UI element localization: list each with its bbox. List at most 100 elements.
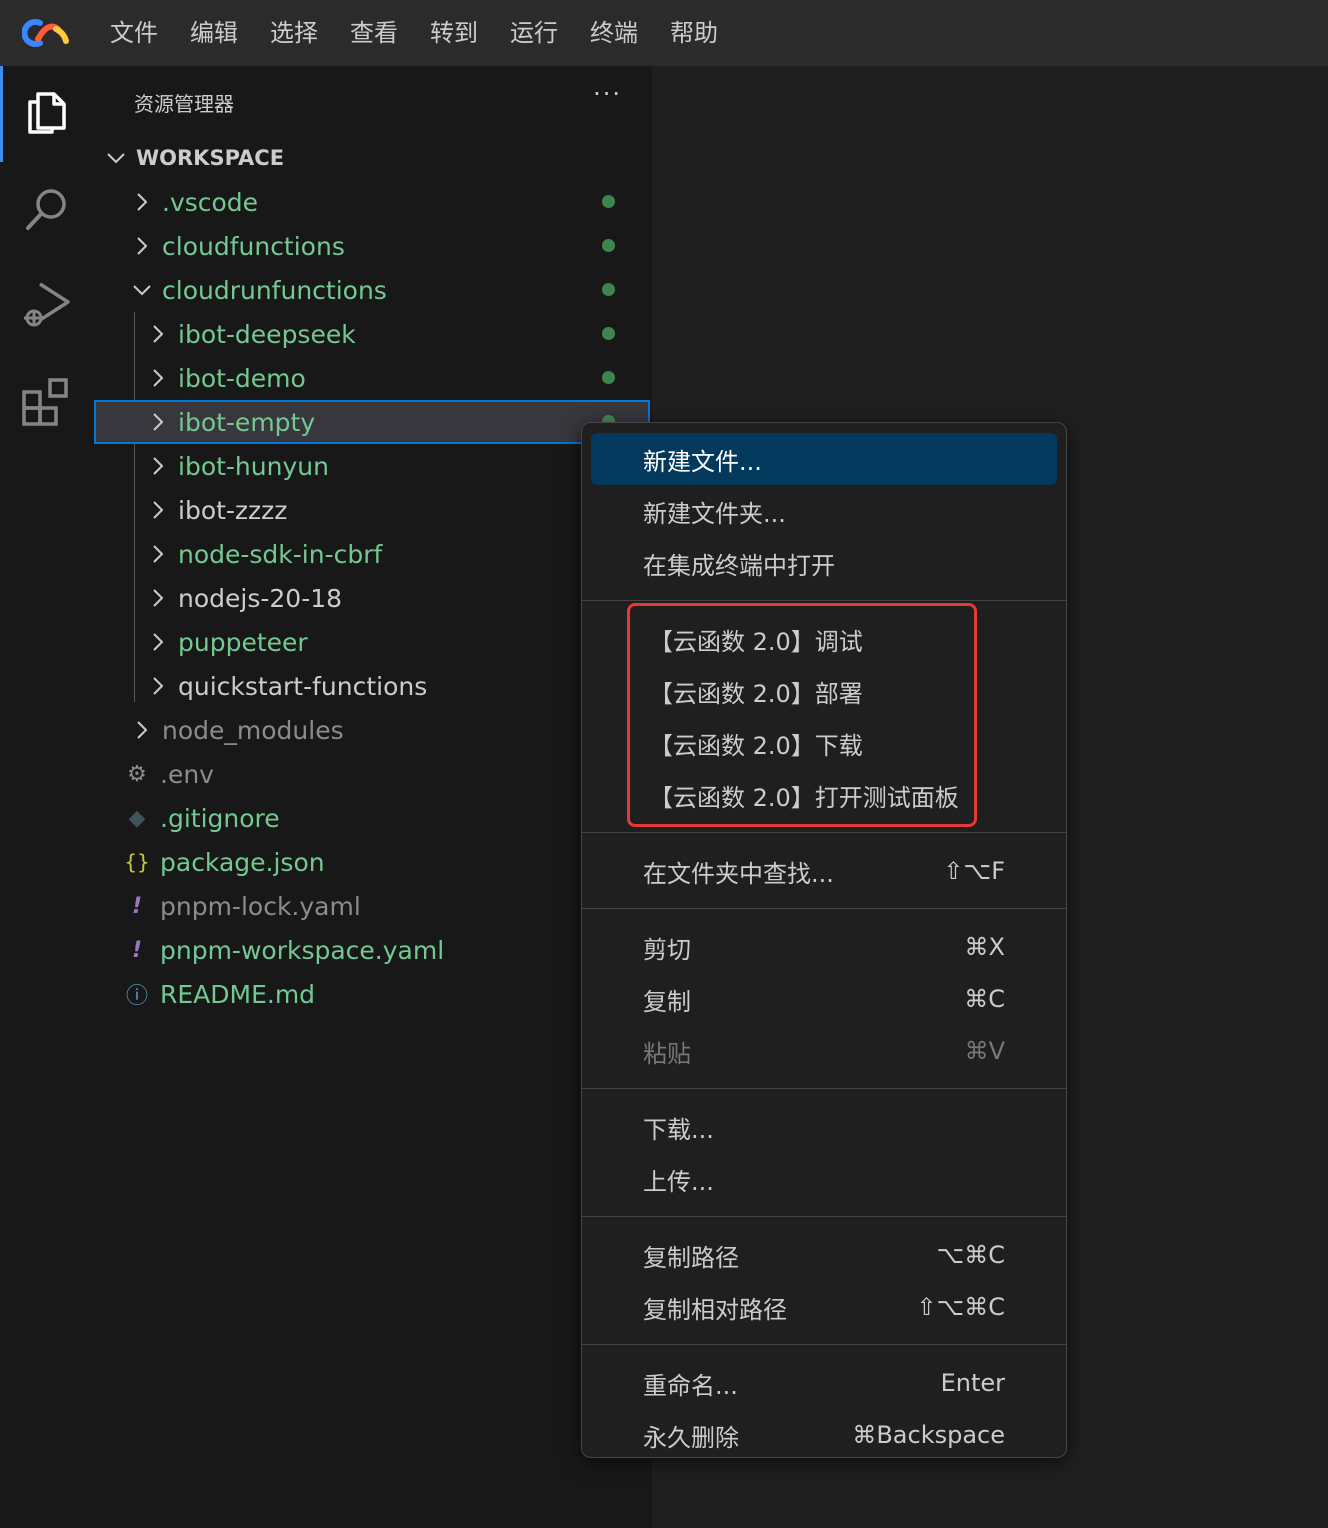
tree-file[interactable]: ⚙ .env [94, 752, 652, 796]
menu-item-3[interactable]: 查看 [334, 0, 414, 66]
menu-item-label: 【云函数 2.0】下载 [649, 731, 863, 760]
chevron-right-icon[interactable] [146, 454, 170, 478]
tree-item-label: cloudrunfunctions [162, 275, 387, 305]
tree-folder[interactable]: ibot-zzzz [94, 488, 652, 532]
run-debug-icon[interactable] [20, 278, 74, 332]
menu-item-shortcut: ⌥⌘C [936, 1241, 1005, 1269]
tree-item-label: pnpm-lock.yaml [160, 891, 361, 921]
context-menu-item[interactable]: 【云函数 2.0】下载 [591, 717, 1057, 769]
explorer-icon[interactable] [20, 86, 74, 140]
menu-item-label: 【云函数 2.0】部署 [649, 679, 863, 708]
context-menu-item[interactable]: 新建文件... [591, 433, 1057, 485]
tree-folder[interactable]: ibot-empty [94, 400, 650, 444]
context-menu-item[interactable]: 永久删除 ⌘Backspace [591, 1409, 1057, 1461]
menu-item-label: 下载... [643, 1115, 714, 1144]
git-status-dot [602, 327, 615, 340]
menu-item-label: 粘贴 [643, 1039, 691, 1068]
context-menu-item[interactable]: 复制相对路径 ⇧⌥⌘C [591, 1281, 1057, 1333]
chevron-right-icon[interactable] [146, 630, 170, 654]
search-icon[interactable] [20, 182, 74, 236]
tree-folder[interactable]: node-sdk-in-cbrf [94, 532, 652, 576]
tree-folder[interactable]: ibot-deepseek [94, 312, 652, 356]
chevron-right-icon[interactable] [146, 366, 170, 390]
chevron-right-icon[interactable] [146, 586, 170, 610]
menu-item-label: 【云函数 2.0】打开测试面板 [649, 783, 959, 812]
extensions-icon[interactable] [20, 374, 74, 428]
tree-file[interactable]: ⓘ README.md [94, 972, 652, 1016]
context-menu-item[interactable]: 上传... [591, 1153, 1057, 1205]
tree-folder[interactable]: puppeteer [94, 620, 652, 664]
menu-item-label: 新建文件夹... [643, 499, 786, 528]
context-menu-item[interactable]: 粘贴 ⌘V [591, 1025, 1057, 1077]
tree-folder[interactable]: .vscode [94, 180, 652, 224]
tree-item-label: .vscode [162, 187, 259, 217]
context-menu-item[interactable]: 【云函数 2.0】调试 [591, 613, 1057, 665]
tree-folder[interactable]: cloudfunctions [94, 224, 652, 268]
menu-separator [582, 1088, 1066, 1089]
tree-item-label: ibot-demo [178, 363, 306, 393]
menu-separator [582, 908, 1066, 909]
chevron-right-icon[interactable] [146, 322, 170, 346]
chevron-right-icon[interactable] [130, 718, 154, 742]
context-menu-item[interactable]: 在集成终端中打开 [591, 537, 1057, 589]
menu-item-shortcut: ⌘Backspace [852, 1421, 1005, 1449]
menu-separator [582, 600, 1066, 601]
menu-item-label: 永久删除 [643, 1423, 739, 1452]
tree-item-label: ibot-deepseek [178, 319, 356, 349]
chevron-right-icon[interactable] [146, 542, 170, 566]
workspace-header[interactable]: WORKSPACE [94, 140, 652, 176]
tree-file[interactable]: {} package.json [94, 840, 652, 884]
chevron-down-icon[interactable] [130, 278, 154, 302]
tree-item-label: node_modules [162, 715, 344, 745]
activity-bar [0, 66, 94, 1528]
tree-item-label: quickstart-functions [178, 671, 428, 701]
workspace-label: WORKSPACE [136, 146, 285, 170]
json-braces-icon: {} [124, 850, 150, 874]
chevron-right-icon[interactable] [130, 190, 154, 214]
git-status-dot [602, 283, 615, 296]
menu-item-1[interactable]: 编辑 [174, 0, 254, 66]
context-menu-item[interactable]: 在文件夹中查找... ⇧⌥F [591, 845, 1057, 897]
menu-item-label: 重命名... [643, 1371, 738, 1400]
tree-file[interactable]: ! pnpm-workspace.yaml [94, 928, 652, 972]
menu-item-6[interactable]: 终端 [574, 0, 654, 66]
yaml-icon: ! [131, 937, 143, 963]
context-menu-item[interactable]: 新建文件夹... [591, 485, 1057, 537]
tree-folder[interactable]: quickstart-functions [94, 664, 652, 708]
menu-item-shortcut: ⌘C [964, 985, 1005, 1013]
context-menu-item[interactable]: 【云函数 2.0】打开测试面板 [591, 769, 1057, 821]
tree-file[interactable]: ! pnpm-lock.yaml [94, 884, 652, 928]
tree-file[interactable]: ◆ .gitignore [94, 796, 652, 840]
menu-item-label: 复制路径 [643, 1243, 739, 1272]
more-actions-icon[interactable]: ··· [593, 80, 622, 108]
chevron-right-icon[interactable] [130, 234, 154, 258]
tree-item-label: ibot-empty [178, 407, 316, 437]
menu-item-4[interactable]: 转到 [414, 0, 494, 66]
context-menu-item[interactable]: 【云函数 2.0】部署 [591, 665, 1057, 717]
tree-item-label: node-sdk-in-cbrf [178, 539, 383, 569]
git-status-dot [602, 195, 615, 208]
chevron-right-icon[interactable] [146, 410, 170, 434]
tree-item-label: cloudfunctions [162, 231, 345, 261]
tree-folder[interactable]: ibot-hunyun [94, 444, 652, 488]
menu-item-0[interactable]: 文件 [94, 0, 174, 66]
tree-item-label: package.json [160, 847, 325, 877]
app-logo-icon [22, 19, 69, 47]
tree-folder[interactable]: ibot-demo [94, 356, 652, 400]
chevron-right-icon[interactable] [146, 674, 170, 698]
tree-folder[interactable]: node_modules [94, 708, 652, 752]
context-menu-item[interactable]: 复制 ⌘C [591, 973, 1057, 1025]
chevron-right-icon[interactable] [146, 498, 170, 522]
context-menu-item[interactable]: 剪切 ⌘X [591, 921, 1057, 973]
tree-item-label: nodejs-20-18 [178, 583, 343, 613]
menu-item-7[interactable]: 帮助 [654, 0, 734, 66]
context-menu-item[interactable]: 下载... [591, 1101, 1057, 1153]
tree-folder[interactable]: nodejs-20-18 [94, 576, 652, 620]
menu-item-5[interactable]: 运行 [494, 0, 574, 66]
git-status-dot [602, 239, 615, 252]
menu-item-2[interactable]: 选择 [254, 0, 334, 66]
context-menu-item[interactable]: 复制路径 ⌥⌘C [591, 1229, 1057, 1281]
explorer-title: 资源管理器 [134, 92, 234, 116]
tree-folder[interactable]: cloudrunfunctions [94, 268, 652, 312]
context-menu-item[interactable]: 重命名... Enter [591, 1357, 1057, 1409]
